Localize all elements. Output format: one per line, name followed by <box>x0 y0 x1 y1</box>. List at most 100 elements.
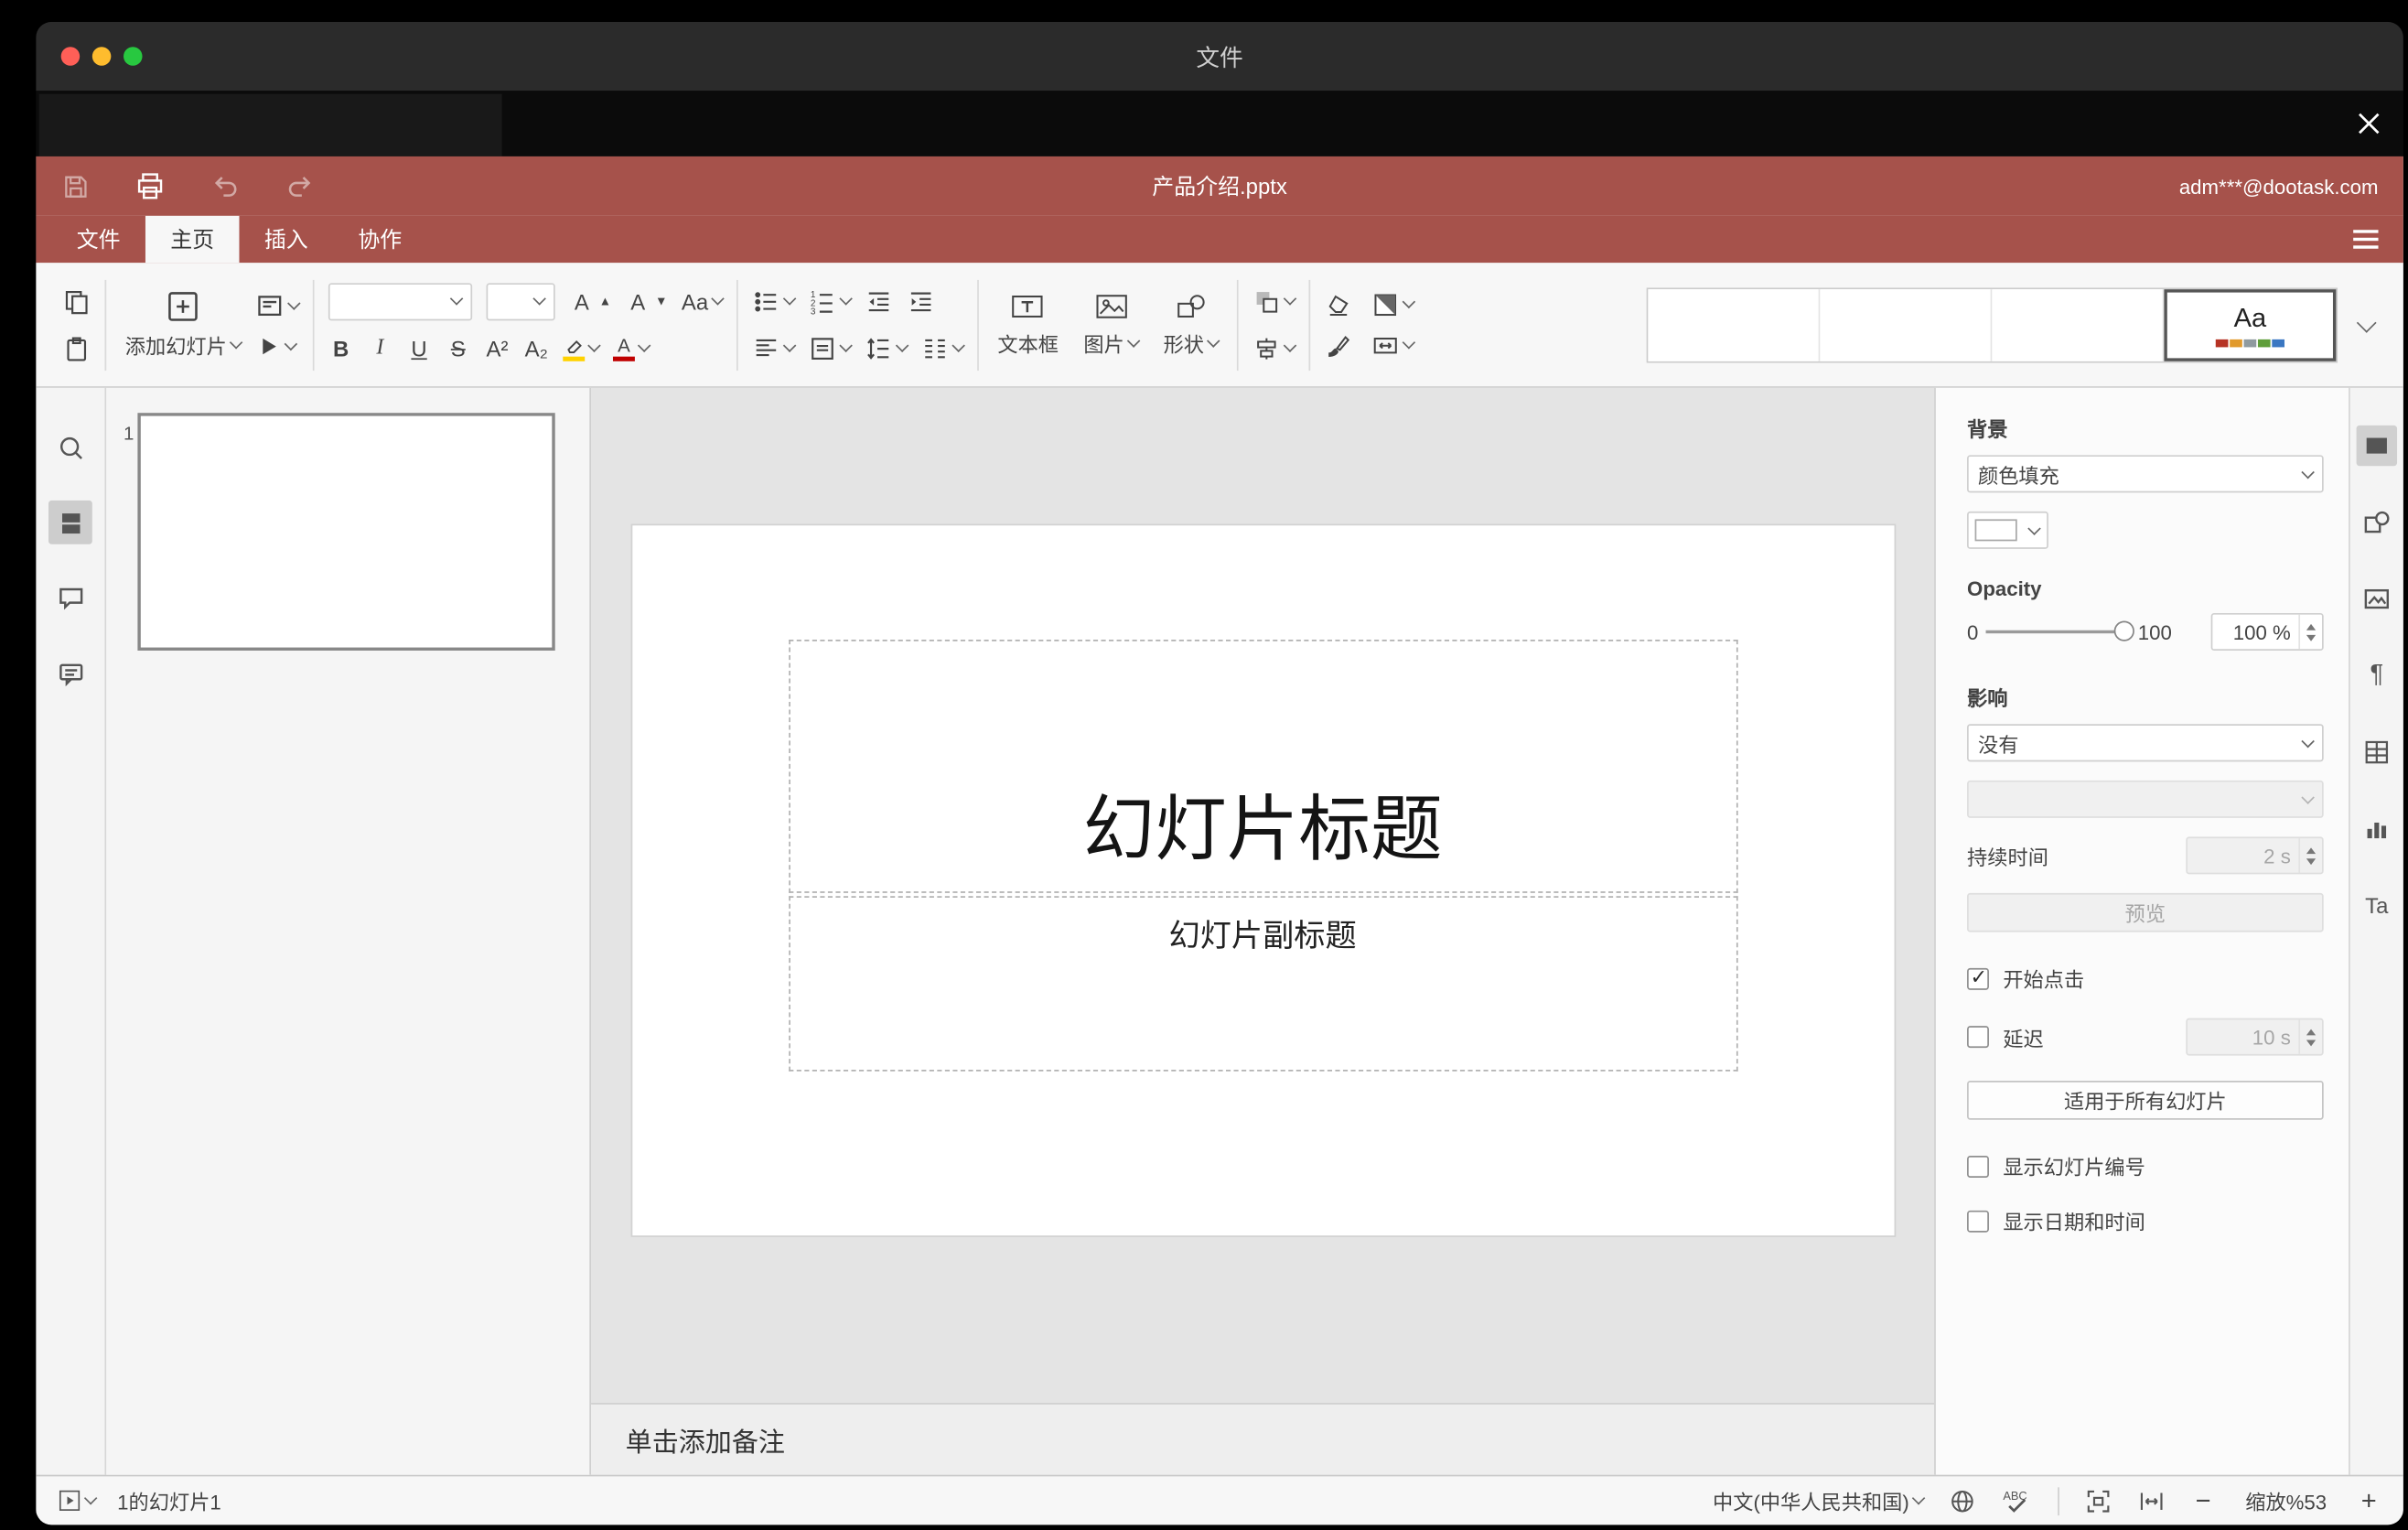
chart-settings-icon[interactable] <box>2357 809 2397 849</box>
theme-item-selected[interactable]: Aa <box>2164 288 2337 361</box>
start-slideshow-status-icon[interactable] <box>58 1489 98 1513</box>
title-placeholder[interactable]: 幻灯片标题 <box>788 640 1737 893</box>
insert-image-button[interactable]: 图片 <box>1079 263 1143 386</box>
opacity-spinner[interactable]: 100 % <box>2210 612 2324 651</box>
start-on-click-checkbox[interactable] <box>1967 964 1989 989</box>
underline-button[interactable]: U <box>406 336 431 361</box>
close-icon[interactable] <box>2350 105 2388 143</box>
duration-spinner[interactable]: 2 s <box>2186 836 2324 875</box>
slide-settings-icon[interactable] <box>2356 425 2398 467</box>
search-icon[interactable] <box>48 426 92 469</box>
horizontal-align-icon[interactable] <box>752 334 797 362</box>
paste-icon[interactable] <box>62 334 91 362</box>
color-scheme-icon[interactable] <box>1371 290 1416 318</box>
slide-settings-panel: 背景 颜色填充 Opacity 0 100 100 % 影响 没有 持续时间 2… <box>1934 387 2349 1475</box>
image-settings-icon[interactable] <box>2357 578 2397 619</box>
decrease-indent-icon[interactable] <box>865 287 893 316</box>
show-datetime-checkbox[interactable] <box>1967 1209 1989 1232</box>
presentation-editor: 产品介绍.pptx adm***@dootask.com 文件 主页 插入 协作 <box>36 156 2403 1525</box>
slide-thumbnail[interactable] <box>137 413 555 651</box>
save-icon[interactable] <box>61 171 91 200</box>
notes-area[interactable]: 单击添加备注 <box>591 1403 1935 1475</box>
fit-width-icon[interactable] <box>2137 1486 2166 1514</box>
background-app-remnant <box>38 93 502 156</box>
redo-icon[interactable] <box>285 170 316 201</box>
comments-icon[interactable] <box>48 576 92 620</box>
document-title: 产品介绍.pptx <box>1152 173 1287 199</box>
shape-settings-icon[interactable] <box>2357 502 2397 543</box>
language-selector[interactable]: 中文(中华人民共和国) <box>1713 1486 1926 1515</box>
slide-layout-icon[interactable] <box>255 290 301 319</box>
preview-button[interactable]: 预览 <box>1967 892 2324 932</box>
user-account[interactable]: adm***@dootask.com <box>2179 175 2379 199</box>
apply-to-all-button[interactable]: 适用于所有幻灯片 <box>1967 1080 2324 1120</box>
start-slideshow-icon[interactable] <box>255 332 299 359</box>
zoom-in-button[interactable]: + <box>2357 1487 2381 1514</box>
background-color-picker[interactable] <box>1967 511 2048 549</box>
opacity-slider[interactable] <box>1985 620 2135 644</box>
insert-shape-button[interactable]: 形状 <box>1158 263 1222 386</box>
vertical-align-icon[interactable] <box>809 334 853 362</box>
close-window-button[interactable] <box>60 47 81 66</box>
change-case-button[interactable]: Aa <box>682 288 725 314</box>
insert-textbox-button[interactable]: 文本框 <box>993 263 1063 386</box>
undo-icon[interactable] <box>210 170 241 201</box>
font-color-button[interactable]: A <box>612 336 651 361</box>
opacity-slider-knob[interactable] <box>2114 620 2135 641</box>
decrease-font-icon[interactable]: A ▼ <box>626 288 667 313</box>
minimize-window-button[interactable] <box>91 47 112 66</box>
font-name-combo[interactable] <box>328 282 473 320</box>
columns-icon[interactable] <box>921 334 965 362</box>
slide-editing-area[interactable]: 幻灯片标题 幻灯片副标题 <box>631 525 1894 1236</box>
start-on-click-label: 开始点击 <box>2003 967 2085 992</box>
theme-item[interactable] <box>1648 288 1821 361</box>
add-slide-button[interactable]: 添加幻灯片 <box>121 263 246 386</box>
menu-icon[interactable] <box>2353 230 2379 249</box>
theme-item[interactable] <box>1820 288 1993 361</box>
align-shapes-icon[interactable] <box>1252 334 1297 362</box>
effect-type-select[interactable] <box>1967 780 2324 818</box>
paragraph-settings-icon[interactable]: ¶ <box>2357 655 2397 695</box>
arrange-shapes-icon[interactable] <box>1252 287 1297 316</box>
theme-item[interactable] <box>1992 288 2165 361</box>
delay-spinner[interactable]: 10 s <box>2186 1018 2324 1056</box>
tab-collaboration[interactable]: 协作 <box>333 216 427 263</box>
print-icon[interactable] <box>134 170 166 201</box>
zoom-level[interactable]: 缩放%53 <box>2241 1486 2331 1515</box>
subscript-button[interactable]: A₂ <box>524 336 549 361</box>
tab-insert[interactable]: 插入 <box>239 216 333 263</box>
slide-size-icon[interactable] <box>1371 330 1416 359</box>
font-size-combo[interactable] <box>486 282 555 320</box>
fit-slide-icon[interactable] <box>2084 1486 2112 1514</box>
numbering-icon[interactable]: 123 <box>809 287 853 315</box>
superscript-button[interactable]: A² <box>485 336 510 361</box>
tab-file[interactable]: 文件 <box>51 216 145 263</box>
delay-checkbox[interactable] <box>1967 1026 1989 1049</box>
slide-canvas[interactable]: 幻灯片标题 幻灯片副标题 <box>591 388 1934 1403</box>
background-fill-select[interactable]: 颜色填充 <box>1967 455 2324 493</box>
italic-button[interactable]: I <box>368 336 392 361</box>
copy-style-icon[interactable] <box>1325 330 1353 359</box>
show-slide-number-checkbox[interactable] <box>1967 1155 1989 1178</box>
subtitle-placeholder[interactable]: 幻灯片副标题 <box>788 896 1737 1072</box>
highlight-color-button[interactable] <box>563 336 601 361</box>
globe-icon[interactable] <box>1949 1486 1977 1514</box>
zoom-out-button[interactable]: − <box>2190 1487 2215 1514</box>
bold-button[interactable]: B <box>328 336 353 361</box>
increase-font-icon[interactable]: A ▲ <box>569 288 611 313</box>
theme-gallery-expand-icon[interactable] <box>2344 287 2388 362</box>
copy-icon[interactable] <box>62 287 91 316</box>
chat-icon[interactable] <box>48 651 92 695</box>
zoom-window-button[interactable] <box>124 47 143 66</box>
spellcheck-icon[interactable]: ABC <box>2002 1485 2033 1516</box>
effect-select[interactable]: 没有 <box>1967 724 2324 762</box>
table-settings-icon[interactable] <box>2357 732 2397 772</box>
slides-panel-icon[interactable] <box>48 500 92 544</box>
textart-settings-icon[interactable]: Ta <box>2357 885 2397 925</box>
clear-style-icon[interactable] <box>1325 290 1353 318</box>
tab-home[interactable]: 主页 <box>145 215 240 264</box>
line-spacing-icon[interactable] <box>865 334 909 362</box>
strikethrough-button[interactable]: S <box>446 336 470 361</box>
bullets-icon[interactable] <box>752 287 797 316</box>
increase-indent-icon[interactable] <box>907 287 935 316</box>
